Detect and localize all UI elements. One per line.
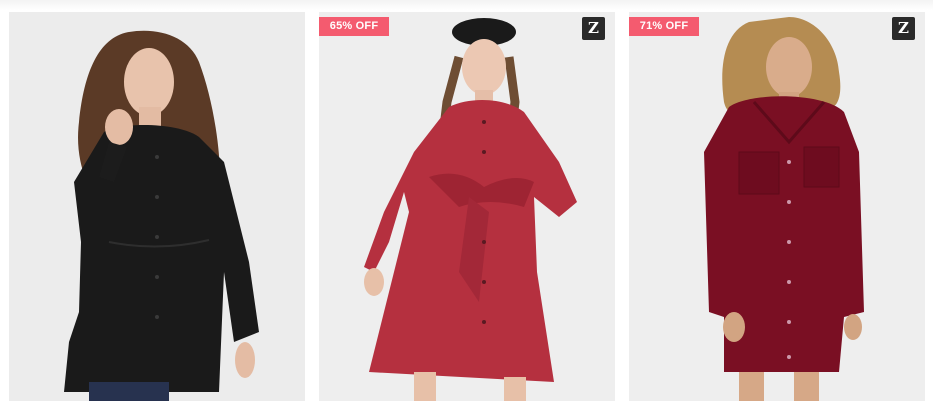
product-card-red-dress[interactable]: 65% OFF Z	[319, 12, 615, 401]
product-card-black-shirt[interactable]	[9, 12, 305, 401]
discount-badge: 71% OFF	[629, 17, 699, 36]
product-image[interactable]	[629, 12, 925, 401]
product-image[interactable]	[9, 12, 305, 401]
top-divider	[0, 0, 933, 10]
product-image[interactable]	[319, 12, 615, 401]
product-card-burgundy-dress[interactable]: 71% OFF Z	[629, 12, 925, 401]
discount-badge: 65% OFF	[319, 17, 389, 36]
zaful-logo-icon: Z	[892, 17, 915, 40]
product-grid: 65% OFF Z 71% OFF Z	[0, 12, 933, 401]
zaful-logo-icon: Z	[582, 17, 605, 40]
bottom-divider	[0, 402, 933, 411]
